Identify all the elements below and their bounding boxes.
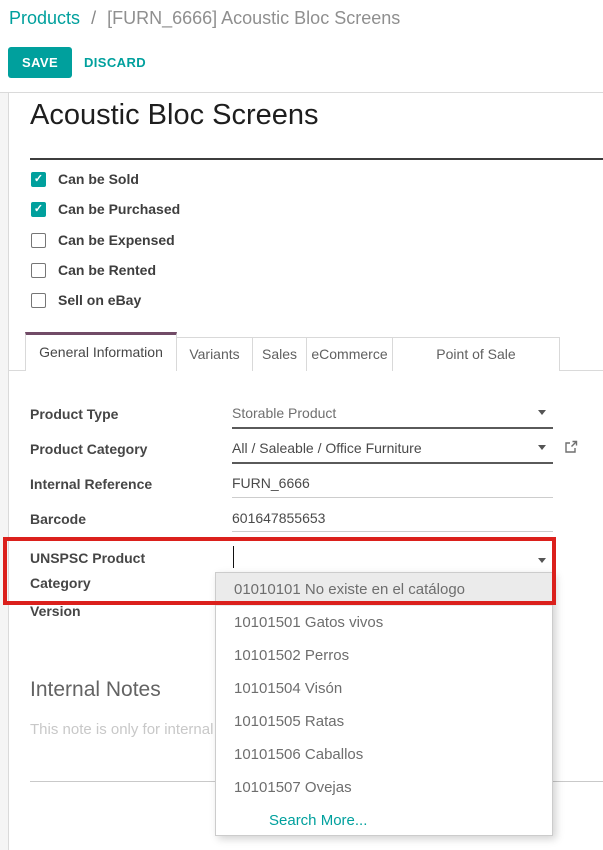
barcode-underline [232,531,553,532]
internal-notes-heading: Internal Notes [30,678,161,702]
check-icon: ✓ [34,204,43,215]
unspsc-category-label: UNSPSC Product Category [30,546,170,596]
tab-variants[interactable]: Variants [177,337,253,371]
tab-point-of-sale[interactable]: Point of Sale [393,337,560,371]
internal-reference-label: Internal Reference [30,472,180,497]
checkbox-can-be-sold[interactable]: ✓ Can be Sold [31,170,139,188]
product-type-label: Product Type [30,402,180,427]
checkbox-label: Can be Sold [58,171,139,187]
checkbox-can-be-rented[interactable]: Can be Rented [31,261,156,279]
dropdown-caret-icon[interactable] [538,410,546,415]
dropdown-item[interactable]: 10101506 Caballos [216,738,552,771]
unspsc-dropdown-menu: 01010101 No existe en el catálogo 101015… [215,572,553,836]
dropdown-item[interactable]: 10101502 Perros [216,639,552,672]
tab-sales[interactable]: Sales [253,337,307,371]
product-category-input[interactable]: All / Saleable / Office Furniture [232,440,422,456]
search-more-link[interactable]: Search More... [216,804,552,837]
sheet-left-border [8,93,9,850]
product-form-page: Products / [FURN_6666] Acoustic Bloc Scr… [0,0,603,850]
checkbox-label: Can be Rented [58,262,156,278]
dropdown-caret-icon[interactable] [538,558,546,563]
dropdown-caret-icon[interactable] [538,445,546,450]
checkbox-unchecked-icon[interactable] [31,233,46,248]
save-button[interactable]: SAVE [8,47,72,78]
internal-reference-underline [232,497,553,498]
tab-general-information[interactable]: General Information [25,332,177,371]
tab-ecommerce[interactable]: eCommerce [307,337,393,371]
dropdown-item[interactable]: 10101501 Gatos vivos [216,606,552,639]
barcode-label: Barcode [30,507,180,532]
sheet-top-border [0,92,603,93]
check-icon: ✓ [34,174,43,185]
checkbox-sell-on-ebay[interactable]: Sell on eBay [31,291,141,309]
dropdown-item[interactable]: 10101505 Ratas [216,705,552,738]
dropdown-item[interactable]: 01010101 No existe en el catálogo [216,573,552,606]
breadcrumb-current: [FURN_6666] Acoustic Bloc Screens [107,8,400,28]
checkbox-label: Sell on eBay [58,292,141,308]
product-name-input[interactable]: Acoustic Bloc Screens [30,99,319,132]
checkbox-label: Can be Purchased [58,201,180,217]
dropdown-item[interactable]: 10101507 Ovejas [216,771,552,804]
product-category-underline [232,462,553,464]
version-label: Version [30,599,180,624]
breadcrumb-separator: / [91,8,96,28]
product-type-select[interactable]: Storable Product [232,405,336,421]
checkbox-unchecked-icon[interactable] [31,293,46,308]
internal-reference-input[interactable]: FURN_6666 [232,475,310,491]
external-link-icon[interactable] [564,440,578,459]
checkbox-label: Can be Expensed [58,232,175,248]
breadcrumb: Products / [FURN_6666] Acoustic Bloc Scr… [9,8,400,29]
sheet-gutter [0,93,8,850]
barcode-input[interactable]: 601647855653 [232,510,325,526]
checkbox-can-be-purchased[interactable]: ✓ Can be Purchased [31,200,180,218]
text-cursor [233,546,234,568]
checkbox-checked-icon[interactable]: ✓ [31,202,46,217]
checkbox-can-be-expensed[interactable]: Can be Expensed [31,231,175,249]
product-name-underline [30,158,603,160]
checkbox-checked-icon[interactable]: ✓ [31,172,46,187]
dropdown-item[interactable]: 10101504 Visón [216,672,552,705]
product-type-underline [232,427,553,429]
breadcrumb-products-link[interactable]: Products [9,8,80,28]
product-category-label: Product Category [30,437,180,462]
discard-button[interactable]: DISCARD [84,47,146,78]
checkbox-unchecked-icon[interactable] [31,263,46,278]
